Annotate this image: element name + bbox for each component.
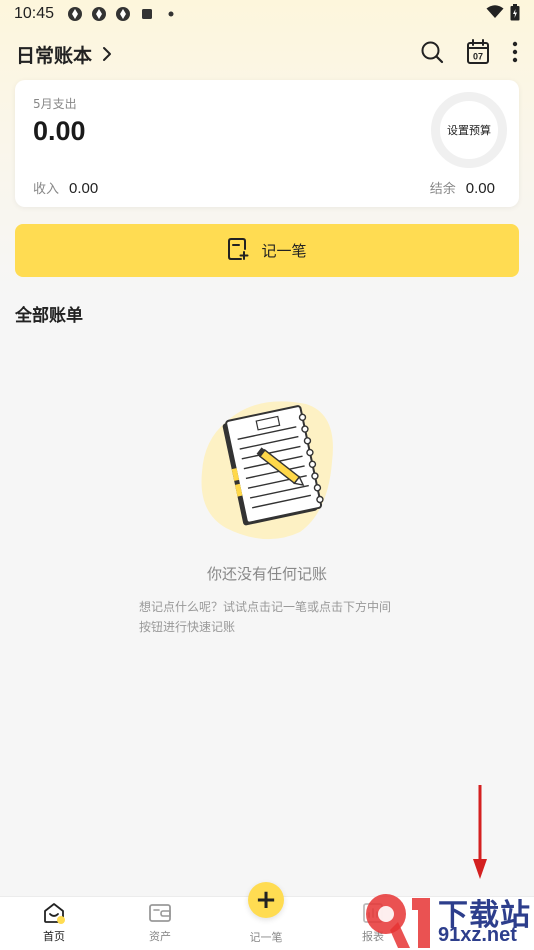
watermark-text-bottom: 91xz.net	[438, 924, 517, 946]
income-row: 收入 0.00	[33, 178, 98, 197]
all-bills-title: 全部账单	[15, 306, 83, 326]
income-value: 0.00	[69, 180, 99, 197]
quick-record-label: 记一笔	[249, 931, 283, 944]
plus-icon: +	[255, 885, 277, 915]
battery-icon	[510, 3, 520, 25]
record-entry-label: 记一笔	[261, 242, 307, 260]
empty-state-hint: 想记点什么呢？试试点击记一笔或点击下方中间按钮进行快速记账	[139, 600, 392, 634]
search-icon[interactable]	[420, 40, 444, 68]
income-label: 收入	[33, 182, 60, 197]
empty-state-title: 你还没有任何记账	[206, 565, 327, 583]
set-budget-button[interactable]: 设置预算	[431, 92, 507, 168]
budget-label: 设置预算	[447, 124, 491, 137]
record-entry-button[interactable]: 记一笔	[15, 224, 519, 277]
red-arrow-annotation-icon	[473, 785, 487, 879]
notebook-illustration-icon	[201, 401, 333, 540]
status-bar: 10:45	[0, 0, 534, 28]
dot-notification-icon	[162, 5, 180, 23]
tab-assets[interactable]: 资产	[120, 901, 200, 944]
wallet-icon	[120, 901, 200, 925]
tab-home[interactable]: 首页	[14, 901, 94, 944]
quick-record-button[interactable]: +	[248, 882, 284, 918]
more-options-icon[interactable]	[512, 41, 518, 67]
wifi-icon	[486, 5, 504, 23]
chevron-right-icon[interactable]	[102, 43, 116, 65]
status-time: 10:45	[14, 5, 55, 22]
balance-row: 结余 0.00	[430, 178, 495, 197]
app-notification-icon	[66, 5, 84, 23]
note-add-icon	[227, 237, 249, 265]
balance-label: 结余	[429, 182, 456, 197]
balance-value: 0.00	[465, 180, 495, 197]
square-notification-icon	[138, 5, 156, 23]
svg-text:07: 07	[473, 52, 483, 62]
app-notification-icon	[114, 5, 132, 23]
tab-assets-label: 资产	[149, 930, 171, 943]
tab-home-label: 首页	[43, 930, 65, 943]
app-notification-icon	[90, 5, 108, 23]
site-watermark: 下载站 91xz.net	[362, 888, 534, 950]
app-header: 日常账本 07	[0, 34, 534, 74]
ledger-title[interactable]: 日常账本	[16, 41, 92, 68]
expense-value: 0.00	[33, 116, 86, 146]
expense-label: 5月支出	[33, 97, 77, 111]
home-icon	[14, 901, 94, 925]
monthly-summary-card: 5月支出 0.00 设置预算 收入 0.00 结余 0.00	[15, 80, 519, 207]
calendar-icon[interactable]: 07	[466, 39, 490, 69]
watermark-logo-icon	[366, 894, 430, 948]
